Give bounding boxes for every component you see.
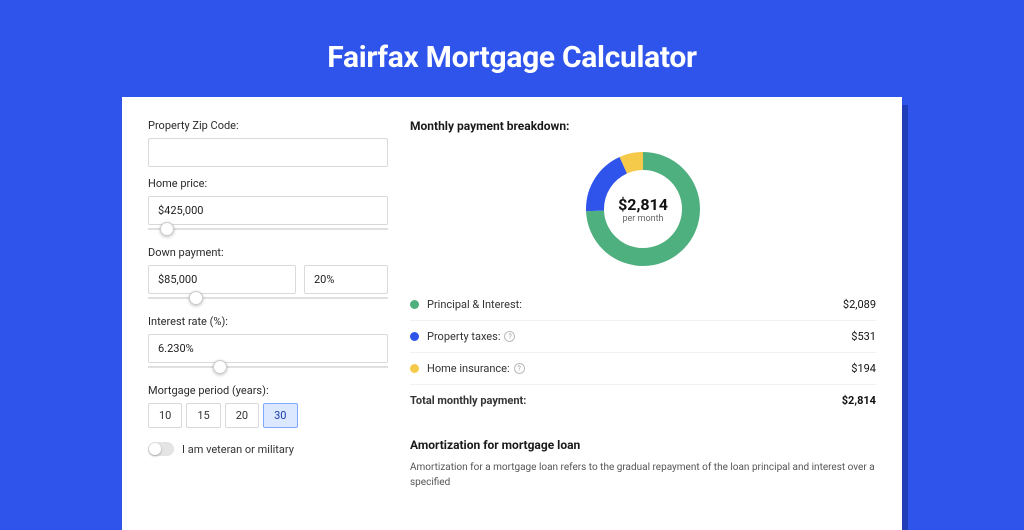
legend-dot <box>410 300 419 309</box>
legend-dot <box>410 364 419 373</box>
legend-row: Property taxes:?$531 <box>410 321 876 353</box>
period-option-30[interactable]: 30 <box>263 403 297 428</box>
down-label: Down payment: <box>148 246 388 259</box>
donut-sub: per month <box>622 214 663 224</box>
period-option-20[interactable]: 20 <box>225 403 259 428</box>
amort-text: Amortization for a mortgage loan refers … <box>410 460 876 490</box>
price-slider[interactable] <box>148 222 388 236</box>
breakdown-title: Monthly payment breakdown: <box>410 119 876 133</box>
period-label: Mortgage period (years): <box>148 384 388 397</box>
legend: Principal & Interest:$2,089Property taxe… <box>410 289 876 416</box>
period-option-10[interactable]: 10 <box>148 403 182 428</box>
donut-chart: $2,814 per month <box>583 149 703 269</box>
info-icon[interactable]: ? <box>514 363 525 374</box>
info-icon[interactable]: ? <box>504 331 515 342</box>
legend-value: $2,089 <box>843 298 876 311</box>
page-title: Fairfax Mortgage Calculator <box>0 40 1024 75</box>
down-amount-input[interactable] <box>148 265 296 294</box>
breakdown-panel: Monthly payment breakdown: $2,814 per mo… <box>410 119 876 490</box>
form-panel: Property Zip Code: Home price: Down paym… <box>148 119 388 490</box>
down-slider[interactable] <box>148 291 388 305</box>
veteran-toggle[interactable] <box>148 442 174 456</box>
calculator-card: Property Zip Code: Home price: Down paym… <box>122 97 902 530</box>
legend-value: $531 <box>851 330 876 343</box>
zip-input[interactable] <box>148 138 388 167</box>
price-input[interactable] <box>148 196 388 225</box>
legend-row: Home insurance:?$194 <box>410 353 876 385</box>
legend-label: Home insurance:? <box>427 362 851 375</box>
donut-total: $2,814 <box>618 195 668 214</box>
period-group: 10152030 <box>148 403 388 428</box>
amort-title: Amortization for mortgage loan <box>410 438 876 452</box>
amortization-section: Amortization for mortgage loan Amortizat… <box>410 438 876 490</box>
period-option-15[interactable]: 15 <box>186 403 220 428</box>
price-label: Home price: <box>148 177 388 190</box>
veteran-label: I am veteran or military <box>182 443 294 456</box>
zip-label: Property Zip Code: <box>148 119 388 132</box>
legend-label: Property taxes:? <box>427 330 851 343</box>
legend-row: Principal & Interest:$2,089 <box>410 289 876 321</box>
legend-value: $194 <box>851 362 876 375</box>
rate-label: Interest rate (%): <box>148 315 388 328</box>
legend-total-row: Total monthly payment:$2,814 <box>410 385 876 416</box>
legend-label: Principal & Interest: <box>427 298 843 311</box>
down-percent-input[interactable] <box>304 265 388 294</box>
total-label: Total monthly payment: <box>410 394 842 407</box>
rate-slider[interactable] <box>148 360 388 374</box>
total-value: $2,814 <box>842 394 876 407</box>
legend-dot <box>410 332 419 341</box>
rate-input[interactable] <box>148 334 388 363</box>
